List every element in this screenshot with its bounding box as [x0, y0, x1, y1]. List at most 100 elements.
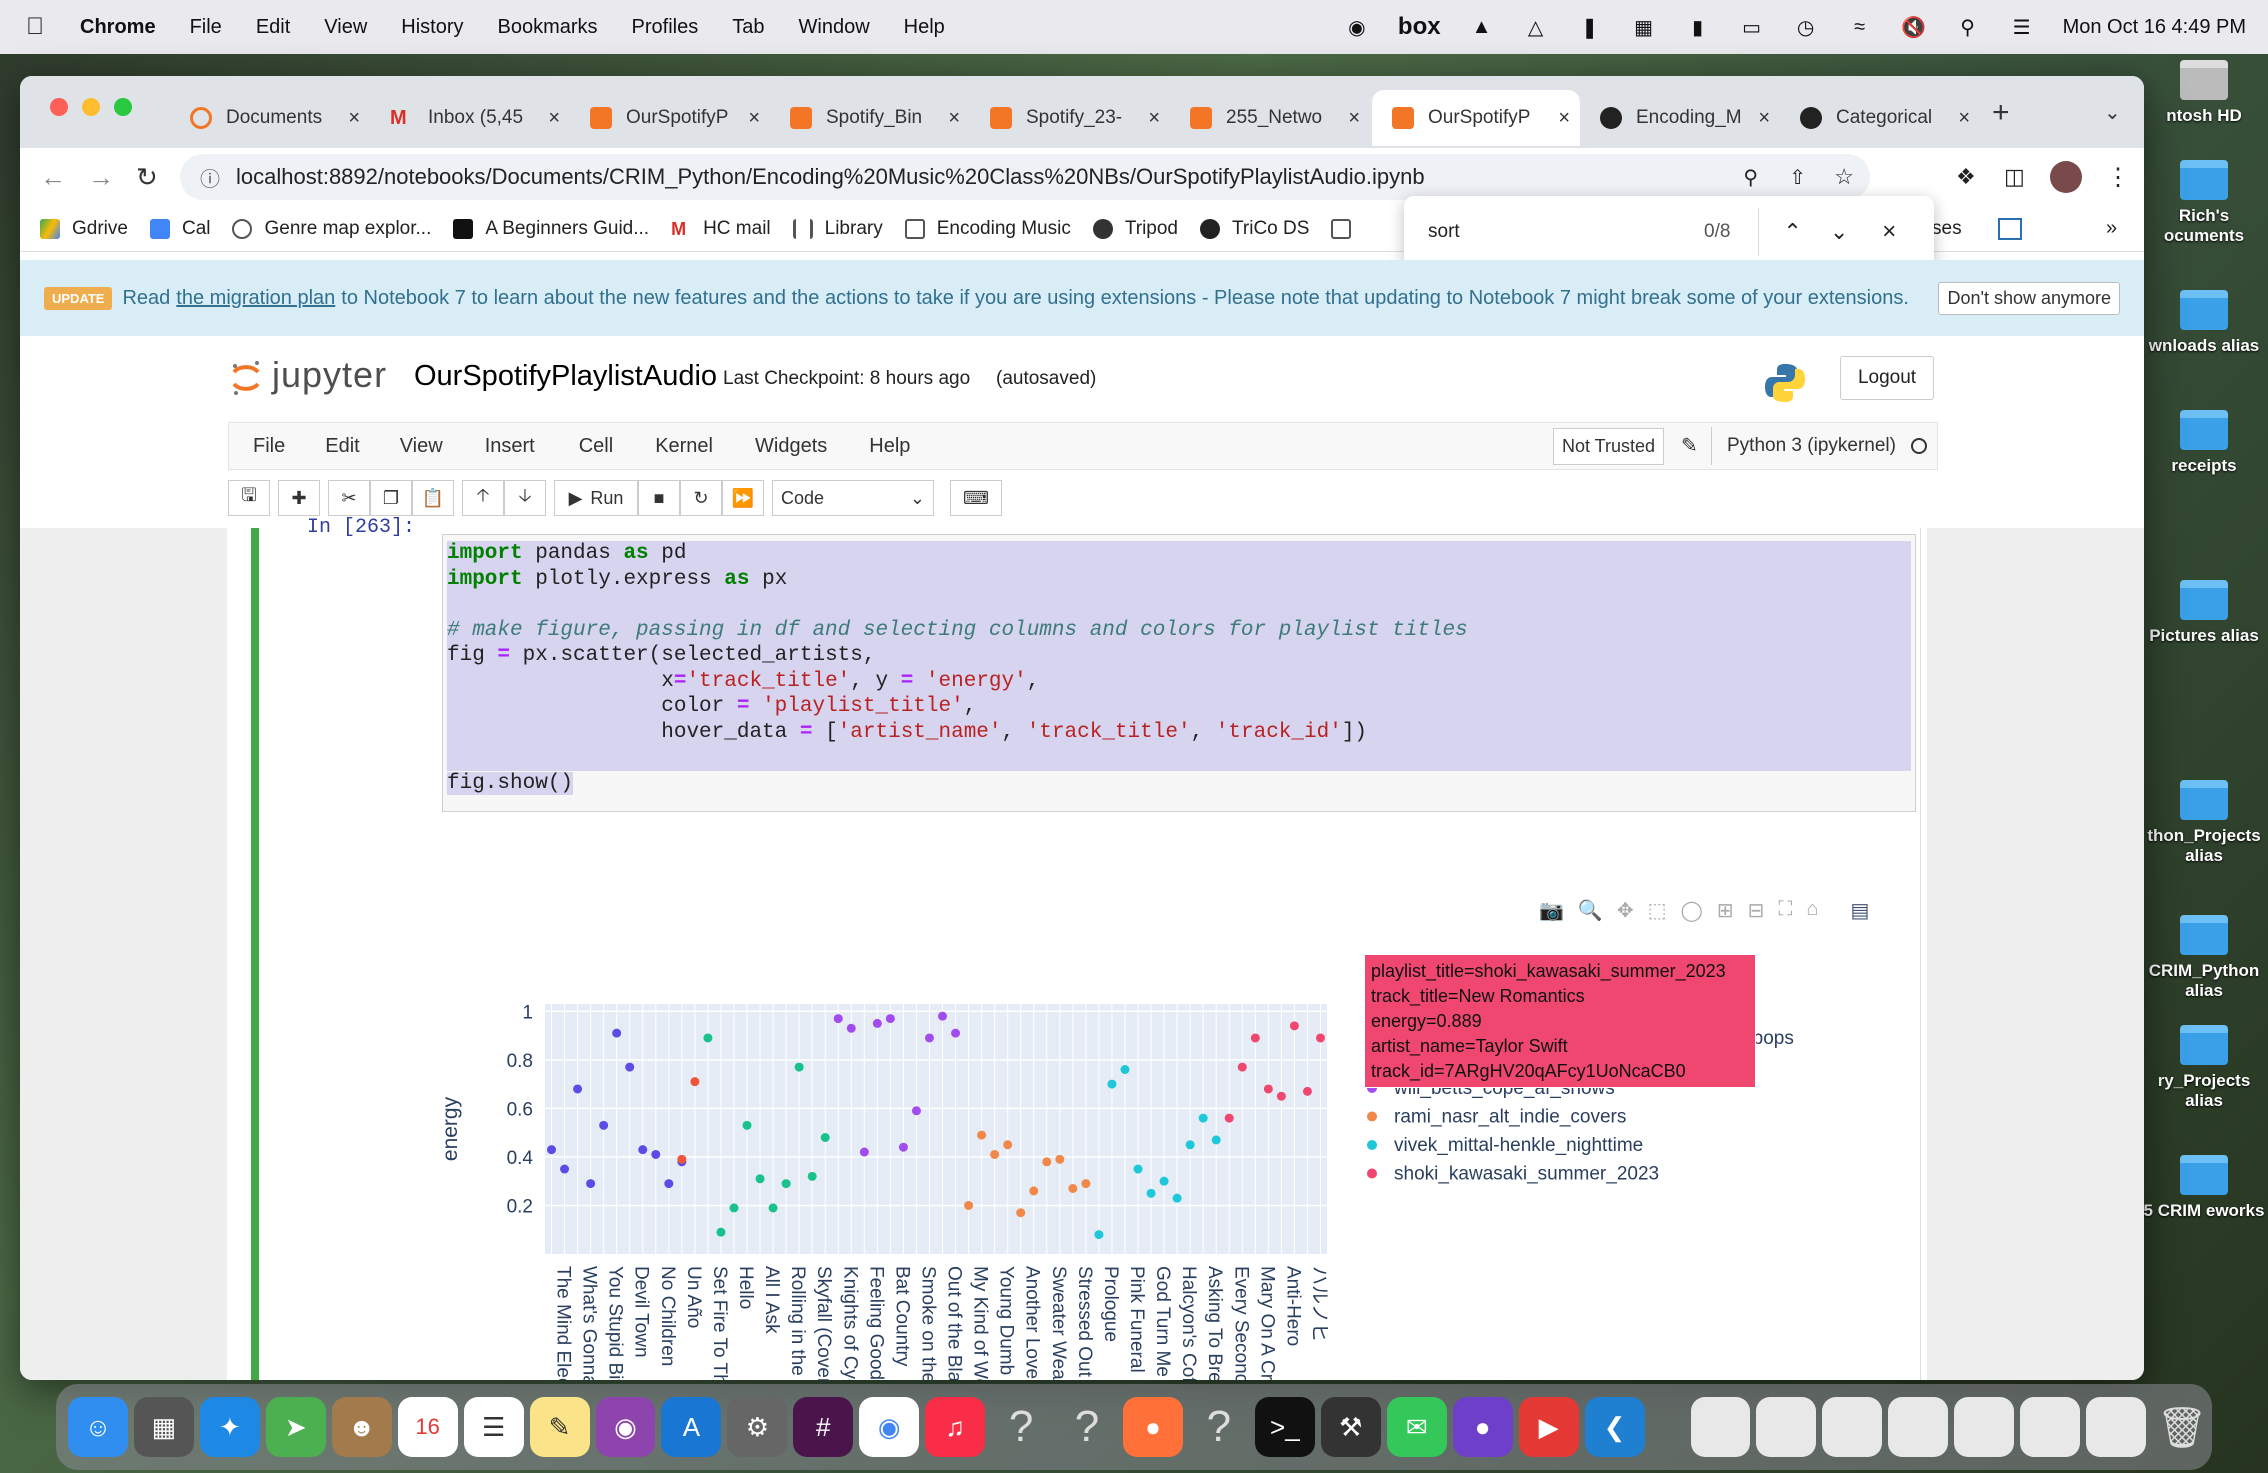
github-desktop-icon[interactable]: ● — [1452, 1397, 1513, 1457]
unknown-app-icon[interactable]: ? — [1057, 1397, 1117, 1457]
bookmark-genre-map[interactable]: Genre map explor... — [232, 218, 431, 240]
nb-menu-cell[interactable]: Cell — [579, 435, 613, 458]
minimize-window-button[interactable] — [82, 98, 100, 116]
menu-tab[interactable]: Tab — [732, 16, 764, 39]
control-center-icon[interactable]: ☰ — [2009, 16, 2035, 39]
safari-icon[interactable]: ✦ — [199, 1397, 260, 1457]
tab-inbox[interactable]: M Inbox (5,45 × — [370, 90, 570, 146]
time-machine-icon[interactable]: ◷ — [1793, 16, 1819, 39]
keyboard-shortcuts-icon[interactable]: ⌨ — [950, 480, 1002, 516]
trash-icon[interactable]: 🗑 — [2152, 1397, 2212, 1457]
move-up-icon[interactable]: 🡡 — [462, 480, 504, 516]
code-editor[interactable]: import pandas as pd import plotly.expres… — [442, 534, 1916, 812]
terminal-icon[interactable]: >_ — [1254, 1397, 1315, 1457]
close-window-button[interactable] — [50, 98, 68, 116]
nb-menu-help[interactable]: Help — [869, 435, 910, 458]
tab-close-icon[interactable]: × — [1958, 107, 1970, 130]
bookmark-cal[interactable]: Cal — [149, 218, 210, 240]
status-app-icon[interactable]: ◉ — [1344, 16, 1370, 39]
migration-plan-link[interactable]: the migration plan — [176, 287, 335, 310]
bookmark-beginners-guide[interactable]: A Beginners Guid... — [453, 218, 649, 240]
camera-icon[interactable]: 📷 — [1539, 898, 1564, 923]
desktop-icon-pictures[interactable]: Pictures alias — [2140, 580, 2268, 646]
tab-close-icon[interactable]: × — [1348, 107, 1360, 130]
autoscale-icon[interactable]: ⛶ — [1778, 898, 1792, 923]
cut-icon[interactable]: ✂ — [328, 480, 370, 516]
mute-icon[interactable]: 🔇 — [1901, 16, 1927, 39]
bookmark-app-icon[interactable] — [1998, 217, 2022, 240]
vscode-icon[interactable]: ❮ — [1584, 1397, 1645, 1457]
bookmark-tripod[interactable]: Tripod — [1092, 218, 1178, 240]
tab-search-chevron-icon[interactable]: ⌄ — [2104, 100, 2121, 125]
recent-window-thumbnail[interactable] — [1822, 1397, 1883, 1457]
wifi-icon[interactable]: ≈ — [1847, 16, 1873, 38]
tab-close-icon[interactable]: × — [948, 107, 960, 130]
desktop-icon-hd[interactable]: ntosh HD — [2140, 60, 2268, 126]
notes-icon[interactable]: ✎ — [529, 1397, 590, 1457]
status-a-icon[interactable]: △ — [1523, 16, 1549, 39]
desktop-icon-crim-frameworks[interactable]: 5 CRIM eworks — [2140, 1155, 2268, 1221]
menu-bookmarks[interactable]: Bookmarks — [498, 16, 598, 39]
nb-menu-kernel[interactable]: Kernel — [655, 435, 713, 458]
page-find-icon[interactable]: ⚲ — [1743, 165, 1758, 190]
run-button[interactable]: ▶ Run — [554, 480, 638, 516]
interrupt-icon[interactable]: ■ — [638, 480, 680, 516]
zoom-window-button[interactable] — [114, 98, 132, 116]
notebook-title[interactable]: OurSpotifyPlaylistAudio — [414, 360, 717, 393]
box-select-icon[interactable]: ⬚ — [1648, 898, 1667, 923]
desktop-icon-crim-python[interactable]: CRIM_Python alias — [2140, 915, 2268, 1001]
lasso-icon[interactable]: ◯ — [1680, 898, 1702, 923]
side-panel-icon[interactable]: ◫ — [2004, 164, 2025, 190]
reset-axes-icon[interactable]: ⌂ — [1806, 898, 1818, 923]
nb-menu-widgets[interactable]: Widgets — [755, 435, 827, 458]
menu-help[interactable]: Help — [904, 16, 945, 39]
menu-history[interactable]: History — [401, 16, 463, 39]
profile-avatar[interactable] — [2050, 161, 2082, 193]
battery-icon[interactable]: ▮ — [1685, 16, 1711, 39]
menu-window[interactable]: Window — [799, 16, 870, 39]
jupyter-logo-icon[interactable] — [230, 358, 260, 395]
bookmark-trico-ds[interactable]: TriCo DS — [1200, 218, 1309, 240]
pan-icon[interactable]: ✥ — [1617, 898, 1634, 923]
trust-indicator[interactable]: Not Trusted — [1553, 428, 1665, 465]
menu-app-name[interactable]: Chrome — [80, 16, 156, 39]
restart-run-all-icon[interactable]: ⏩ — [722, 480, 764, 516]
paste-icon[interactable]: 📋 — [412, 480, 454, 516]
find-previous-icon[interactable]: ⌃ — [1783, 219, 1801, 245]
find-input[interactable]: sort — [1428, 221, 1668, 243]
dont-show-anymore-button[interactable]: Don't show anymore — [1938, 282, 2120, 315]
reminders-icon[interactable]: ☰ — [463, 1397, 524, 1457]
move-down-icon[interactable]: 🡣 — [504, 480, 546, 516]
bookmark-folder[interactable] — [1331, 218, 1363, 239]
firefox-icon[interactable]: ● — [1123, 1397, 1183, 1457]
copy-icon[interactable]: ❐ — [370, 480, 412, 516]
tab-ourspotify-1[interactable]: OurSpotifyP × — [570, 90, 770, 146]
bookmarks-overflow-icon[interactable]: » — [2106, 217, 2117, 240]
kernel-name[interactable]: Python 3 (ipykernel) — [1727, 435, 1896, 457]
tab-ourspotify-active[interactable]: OurSpotifyP × — [1372, 90, 1580, 146]
restart-icon[interactable]: ↻ — [680, 480, 722, 516]
finder-icon[interactable]: ☺ — [68, 1397, 128, 1457]
logout-button[interactable]: Logout — [1840, 356, 1934, 400]
zoom-icon[interactable]: 🔍 — [1578, 898, 1603, 923]
bookmark-star-icon[interactable]: ☆ — [1834, 164, 1854, 190]
tab-close-icon[interactable]: × — [1148, 107, 1160, 130]
xcode-icon[interactable]: ⚒ — [1320, 1397, 1381, 1457]
menu-profiles[interactable]: Profiles — [632, 16, 699, 39]
bookmark-encoding-music[interactable]: Encoding Music — [904, 218, 1071, 240]
contacts-icon[interactable]: ☻ — [331, 1397, 392, 1457]
podcasts-icon[interactable]: ◉ — [595, 1397, 656, 1457]
site-info-icon[interactable]: ⓘ — [200, 163, 220, 192]
status-bars-icon[interactable]: ❚ — [1577, 16, 1603, 39]
slack-icon[interactable]: # — [793, 1397, 854, 1457]
desktop-icon-python-projects[interactable]: thon_Projects alias — [2140, 780, 2268, 866]
music-icon[interactable]: ♫ — [925, 1397, 986, 1457]
recent-window-thumbnail[interactable] — [1756, 1397, 1817, 1457]
chrome-menu-icon[interactable]: ⋮ — [2106, 163, 2130, 192]
menu-file[interactable]: File — [190, 16, 222, 39]
reload-icon[interactable]: ↻ — [136, 162, 158, 193]
nb-menu-view[interactable]: View — [400, 435, 443, 458]
zoom-in-icon[interactable]: ⊞ — [1717, 898, 1734, 923]
bookmark-label-trailing[interactable]: ses — [1932, 218, 1962, 240]
status-triangle-icon[interactable]: ▲ — [1469, 16, 1495, 38]
